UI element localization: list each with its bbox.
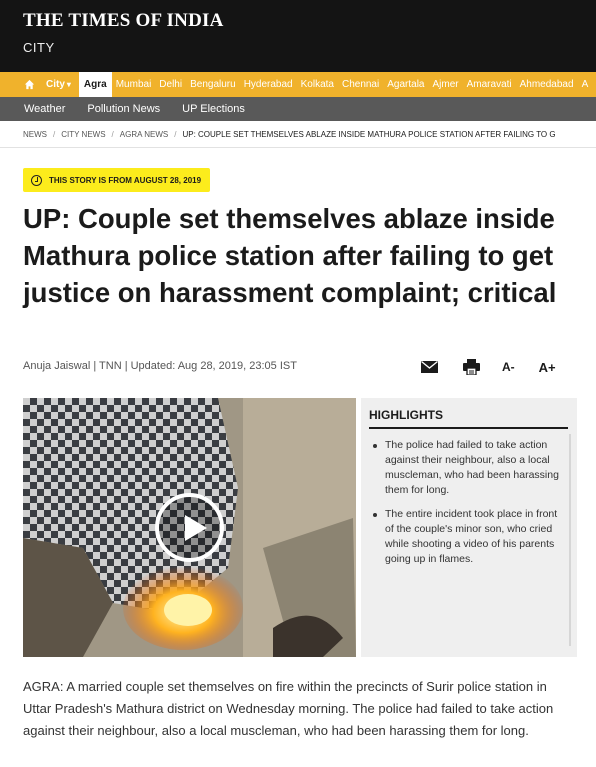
section-title[interactable]: CITY bbox=[23, 40, 596, 55]
highlights-panel: HIGHLIGHTS The police had failed to take… bbox=[361, 398, 577, 657]
play-button[interactable] bbox=[155, 493, 224, 562]
highlight-item: The police had failed to take action aga… bbox=[369, 438, 568, 498]
nav-item-amaravati[interactable]: Amaravati bbox=[463, 72, 516, 97]
nav-item-bengaluru[interactable]: Bengaluru bbox=[186, 72, 240, 97]
nav-item-mumbai[interactable]: Mumbai bbox=[112, 72, 156, 97]
highlights-list: The police had failed to take action aga… bbox=[369, 438, 568, 567]
breadcrumb-agra-news[interactable]: AGRA NEWS bbox=[120, 130, 168, 139]
city-nav: City ▾ Agra Mumbai Delhi Bengaluru Hydera… bbox=[0, 72, 596, 97]
breadcrumb-news[interactable]: NEWS bbox=[23, 130, 47, 139]
story-date-badge: THIS STORY IS FROM AUGUST 28, 2019 bbox=[23, 168, 211, 192]
subnav-item-pollution-news[interactable]: Pollution News bbox=[87, 103, 160, 115]
site-logo[interactable]: THE TIMES OF INDIA bbox=[23, 10, 596, 32]
article-byline: Anuja Jaiswal | TNN | Updated: Aug 28, 2… bbox=[23, 360, 297, 372]
nav-item-hyderabad[interactable]: Hyderabad bbox=[240, 72, 297, 97]
masthead: THE TIMES OF INDIA CITY bbox=[0, 0, 596, 72]
subnav-item-weather[interactable]: Weather bbox=[24, 103, 65, 115]
city-dropdown[interactable]: City ▾ bbox=[38, 72, 79, 97]
highlights-title: HIGHLIGHTS bbox=[369, 408, 568, 429]
story-date-text: THIS STORY IS FROM AUGUST 28, 2019 bbox=[49, 175, 202, 185]
breadcrumb-separator: / bbox=[53, 129, 56, 139]
city-dropdown-label: City bbox=[46, 79, 65, 90]
nav-item-kolkata[interactable]: Kolkata bbox=[297, 72, 338, 97]
nav-item-agartala[interactable]: Agartala bbox=[383, 72, 428, 97]
article-headline: UP: Couple set themselves ablaze inside … bbox=[23, 203, 557, 308]
font-decrease-button[interactable]: A- bbox=[502, 356, 515, 378]
breadcrumb-separator: / bbox=[174, 129, 177, 139]
email-icon[interactable] bbox=[420, 356, 438, 378]
breadcrumb-city-news[interactable]: CITY NEWS bbox=[61, 130, 105, 139]
breadcrumb: NEWS / CITY NEWS / AGRA NEWS / UP: COUPL… bbox=[0, 121, 596, 148]
clock-icon bbox=[31, 174, 42, 186]
chevron-down-icon: ▾ bbox=[66, 80, 71, 89]
nav-item-ahmedabad[interactable]: Ahmedabad bbox=[516, 72, 578, 97]
highlight-item: The entire incident took place in front … bbox=[369, 507, 568, 567]
nav-item-agra[interactable]: Agra bbox=[78, 72, 112, 97]
nav-item-delhi[interactable]: Delhi bbox=[155, 72, 186, 97]
font-increase-button[interactable]: A+ bbox=[539, 356, 556, 378]
nav-item-ajmer[interactable]: Ajmer bbox=[428, 72, 462, 97]
breadcrumb-separator: / bbox=[111, 129, 114, 139]
print-icon[interactable] bbox=[462, 356, 480, 378]
breadcrumb-current: UP: COUPLE SET THEMSELVES ABLAZE INSIDE … bbox=[182, 129, 556, 139]
nav-item-chennai[interactable]: Chennai bbox=[338, 72, 383, 97]
article-tools: A- A+ bbox=[420, 356, 556, 378]
subnav-item-up-elections[interactable]: UP Elections bbox=[182, 103, 245, 115]
home-icon[interactable] bbox=[20, 72, 38, 97]
sub-nav: Weather Pollution News UP Elections bbox=[0, 97, 596, 121]
highlights-scrollbar[interactable] bbox=[569, 434, 571, 646]
article-body: AGRA: A married couple set themselves on… bbox=[23, 679, 554, 738]
video-player[interactable] bbox=[23, 398, 356, 657]
nav-item-more[interactable]: A bbox=[578, 72, 593, 97]
